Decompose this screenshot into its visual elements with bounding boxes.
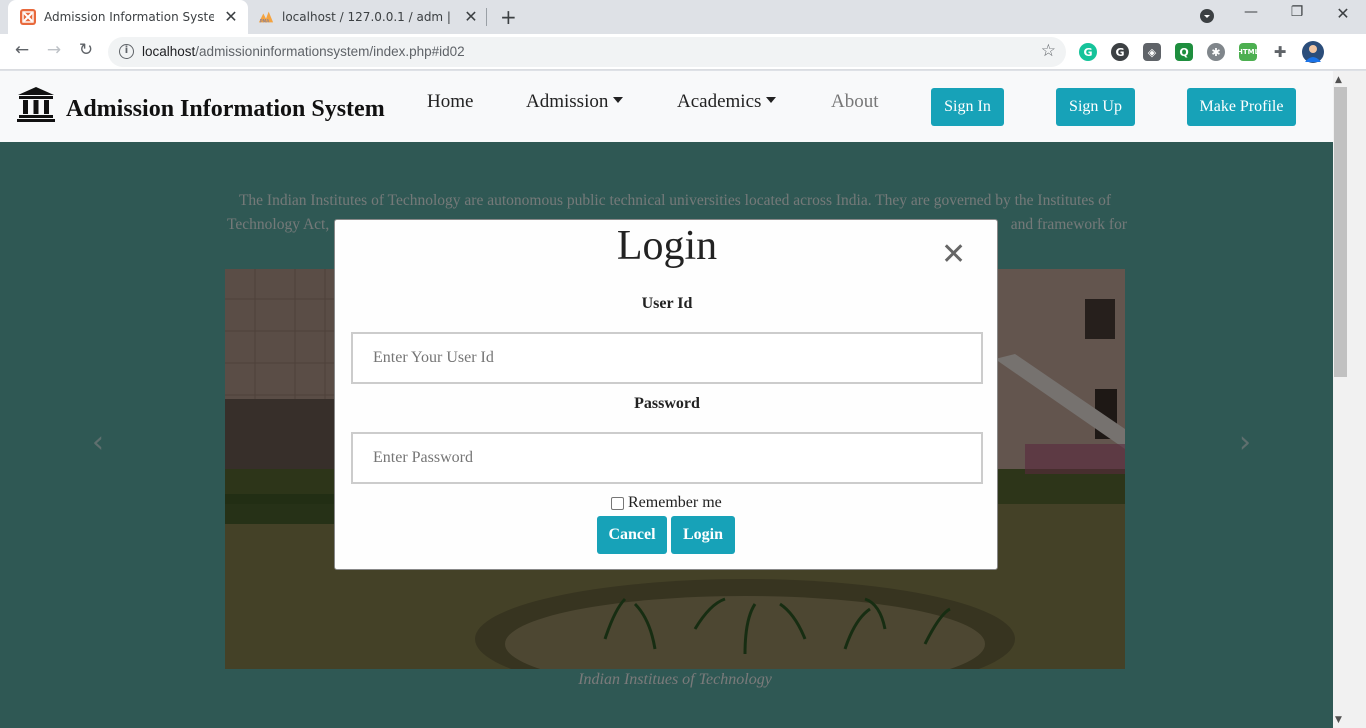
minimize-icon[interactable]: — <box>1236 4 1266 20</box>
bookmark-star-icon[interactable]: ☆ <box>1041 41 1056 61</box>
html-extension-icon[interactable]: HTML <box>1237 43 1259 61</box>
new-tab-icon[interactable]: + <box>500 6 517 28</box>
nav-home[interactable]: Home <box>427 91 473 113</box>
profile-avatar[interactable] <box>1302 41 1324 63</box>
tab-separator <box>486 8 487 26</box>
login-button[interactable]: Login <box>671 516 735 554</box>
sign-in-button[interactable]: Sign In <box>931 88 1004 126</box>
make-profile-button[interactable]: Make Profile <box>1187 88 1296 126</box>
cancel-button[interactable]: Cancel <box>597 516 667 554</box>
password-label: Password <box>634 395 700 412</box>
shield-extension-icon[interactable]: ◈ <box>1143 43 1161 61</box>
reload-icon[interactable]: ↻ <box>74 40 98 60</box>
puzzle-icon[interactable]: ✚ <box>1271 43 1289 61</box>
browser-tab[interactable]: PMA localhost / 127.0.0.1 / adm | phpM ✕ <box>250 0 486 34</box>
svg-text:PMA: PMA <box>260 18 270 24</box>
nav-academics-label: Academics <box>677 91 762 112</box>
remember-me-checkbox[interactable] <box>611 496 624 510</box>
grammarly-icon[interactable]: G <box>1079 43 1097 61</box>
bank-building-icon[interactable] <box>17 86 55 122</box>
url-text: localhost/admissioninformationsystem/ind… <box>142 44 465 59</box>
brand-title[interactable]: Admission Information System <box>66 96 385 123</box>
url-host: localhost <box>142 44 196 59</box>
scroll-thumb[interactable] <box>1334 87 1347 377</box>
remember-me[interactable]: Remember me <box>611 494 722 512</box>
caret-down-icon <box>766 97 777 103</box>
nav-academics-dropdown[interactable]: Academics <box>677 91 777 113</box>
xampp-icon <box>20 9 36 25</box>
close-icon[interactable]: ✕ <box>941 240 966 270</box>
browser-toolbar: ← → ↻ i localhost/admissioninformationsy… <box>0 34 1366 70</box>
back-icon[interactable]: ← <box>10 40 34 60</box>
browser-tab-strip: Admission Information System ✕ PMA local… <box>0 0 1366 34</box>
tab-search-icon[interactable] <box>1192 8 1222 28</box>
page-scrollbar[interactable]: ▲ ▼ <box>1333 71 1366 728</box>
user-id-label: User Id <box>641 295 693 312</box>
extension-g-icon[interactable]: G <box>1111 43 1129 61</box>
scroll-down-arrow-icon[interactable]: ▼ <box>1335 715 1342 725</box>
login-modal: Login ✕ User Id Password Remember me Can… <box>334 219 998 570</box>
info-icon[interactable]: i <box>119 44 134 59</box>
bug-extension-icon[interactable]: ✱ <box>1207 43 1225 61</box>
forward-icon[interactable]: → <box>42 40 66 60</box>
scroll-up-arrow-icon[interactable]: ▲ <box>1335 75 1342 85</box>
phpmyadmin-icon: PMA <box>258 9 274 25</box>
caret-down-icon <box>613 97 624 103</box>
extension-q-icon[interactable]: Q <box>1175 43 1193 61</box>
browser-tab-active[interactable]: Admission Information System ✕ <box>8 0 248 34</box>
tab-title: localhost / 127.0.0.1 / adm | phpM <box>282 10 452 24</box>
close-tab-icon[interactable]: ✕ <box>462 8 480 26</box>
restore-icon[interactable]: ❐ <box>1282 4 1312 20</box>
tab-title: Admission Information System <box>44 10 214 24</box>
nav-admission-label: Admission <box>526 91 609 112</box>
address-bar[interactable]: i localhost/admissioninformationsystem/i… <box>108 37 1066 67</box>
sign-up-button[interactable]: Sign Up <box>1056 88 1135 126</box>
remember-me-label: Remember me <box>628 494 722 511</box>
nav-admission-dropdown[interactable]: Admission <box>526 91 624 113</box>
nav-about[interactable]: About <box>831 91 879 113</box>
site-navbar: Admission Information System Home Admiss… <box>0 71 1333 142</box>
url-path: /admissioninformationsystem/index.php#id… <box>195 44 465 59</box>
close-window-icon[interactable]: ✕ <box>1328 4 1358 23</box>
user-id-input[interactable] <box>351 332 983 384</box>
password-input[interactable] <box>351 432 983 484</box>
close-tab-icon[interactable]: ✕ <box>222 8 240 26</box>
modal-title: Login <box>616 223 718 269</box>
